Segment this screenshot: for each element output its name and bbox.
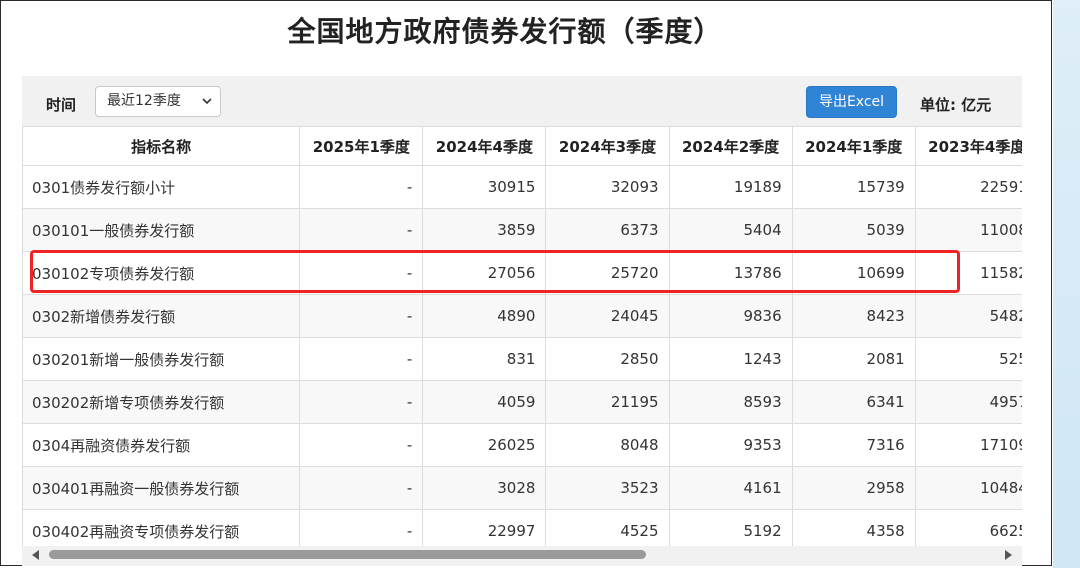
value-cell: 22997: [422, 509, 547, 550]
table-row[interactable]: 030102专项债券发行额-27056257201378610699115821…: [22, 251, 1022, 295]
value-cell: 5404: [668, 208, 793, 252]
value-cell: 1243: [668, 337, 793, 381]
indicator-name-cell: 030201新增一般债券发行额: [22, 337, 301, 381]
value-cell: 525: [914, 337, 1022, 381]
header-period: 2024年2季度: [668, 126, 793, 166]
value-cell: 2958: [791, 466, 916, 510]
value-cell: 22591: [914, 165, 1022, 209]
value-cell: 9836: [668, 294, 793, 338]
scrollbar-thumb[interactable]: [49, 550, 646, 559]
value-cell: 10484: [914, 466, 1022, 510]
page-title: 全国地方政府债券发行额（季度）: [287, 15, 723, 48]
value-cell: 5482: [914, 294, 1022, 338]
value-cell: 21195: [545, 380, 670, 424]
value-cell: 3523: [545, 466, 670, 510]
value-cell: 30915: [422, 165, 547, 209]
time-label: 时间: [46, 96, 77, 114]
value-cell: 8048: [545, 423, 670, 467]
indicator-name-cell: 0301债券发行额小计: [22, 165, 301, 209]
chevron-down-icon: [202, 98, 212, 105]
value-cell: 17109: [914, 423, 1022, 467]
value-cell: 4890: [422, 294, 547, 338]
value-cell: 3859: [422, 208, 547, 252]
value-cell: 4161: [668, 466, 793, 510]
value-cell: 2081: [791, 337, 916, 381]
value-cell: 8423: [791, 294, 916, 338]
value-cell: -: [299, 466, 424, 510]
value-cell: 4059: [422, 380, 547, 424]
indicator-name-cell: 030202新增专项债券发行额: [22, 380, 301, 424]
unit-label: 单位: 亿元: [920, 96, 992, 114]
header-period: 2025年1季度: [299, 126, 424, 166]
value-cell: 7316: [791, 423, 916, 467]
period-select-value: 最近12季度: [107, 93, 181, 109]
header-period: 2024年4季度: [422, 126, 547, 166]
value-cell: 8593: [668, 380, 793, 424]
value-cell: 24045: [545, 294, 670, 338]
indicator-name-cell: 030402再融资专项债券发行额: [22, 509, 301, 550]
value-cell: 10699: [791, 251, 916, 295]
value-cell: -: [299, 337, 424, 381]
toolbar: 时间 最近12季度 导出Excel 单位: 亿元: [22, 76, 1022, 126]
table-row[interactable]: 030401再融资一般债券发行额-30283523416129581048450: [22, 466, 1022, 510]
value-cell: 831: [422, 337, 547, 381]
indicator-name-cell: 0302新增债券发行额: [22, 294, 301, 338]
value-cell: 11582: [914, 251, 1022, 295]
value-cell: -: [299, 208, 424, 252]
value-cell: 2850: [545, 337, 670, 381]
value-cell: -: [299, 251, 424, 295]
data-table-viewport[interactable]: 指标名称 2025年1季度 2024年4季度 2024年3季度 2024年2季度 2024…: [22, 126, 1022, 550]
value-cell: 3028: [422, 466, 547, 510]
value-cell: 4358: [791, 509, 916, 550]
period-select[interactable]: 最近12季度: [95, 86, 221, 117]
table-row[interactable]: 030201新增一般债券发行额-83128501243208152521: [22, 337, 1022, 381]
export-excel-button[interactable]: 导出Excel: [806, 86, 897, 118]
value-cell: -: [299, 509, 424, 550]
value-cell: 26025: [422, 423, 547, 467]
value-cell: 6373: [545, 208, 670, 252]
value-cell: 5192: [668, 509, 793, 550]
table-row[interactable]: 0304再融资债券发行额-2602580489353731617109133: [22, 423, 1022, 467]
arrow-left-icon[interactable]: [32, 550, 39, 560]
indicator-name-cell: 030101一般债券发行额: [22, 208, 301, 252]
value-cell: -: [299, 165, 424, 209]
side-panel: [1053, 0, 1080, 568]
table-row[interactable]: 0301债券发行额小计-3091532093191891573922591271: [22, 165, 1022, 209]
indicator-name-cell: 030102专项债券发行额: [22, 251, 301, 295]
value-cell: 6341: [791, 380, 916, 424]
value-cell: 27056: [422, 251, 547, 295]
value-cell: -: [299, 294, 424, 338]
header-indicator-name: 指标名称: [22, 126, 301, 166]
value-cell: 11008: [914, 208, 1022, 252]
arrow-right-icon[interactable]: [1005, 550, 1012, 560]
value-cell: 6625: [914, 509, 1022, 550]
value-cell: 15739: [791, 165, 916, 209]
value-cell: 5039: [791, 208, 916, 252]
table-body: 0301债券发行额小计-3091532093191891573922591271…: [22, 165, 1022, 550]
table-row[interactable]: 030101一般债券发行额-38596373540450391100871: [22, 208, 1022, 252]
value-cell: 4957: [914, 380, 1022, 424]
value-cell: -: [299, 423, 424, 467]
header-period: 2023年4季度: [914, 126, 1022, 166]
table-row[interactable]: 030202新增专项债券发行额-405921195859363414957115: [22, 380, 1022, 424]
horizontal-scrollbar[interactable]: [22, 546, 1022, 564]
data-panel: 时间 最近12季度 导出Excel 单位: 亿元 指标名称 2025年1季度 202…: [22, 76, 1022, 566]
value-cell: 4525: [545, 509, 670, 550]
value-cell: -: [299, 380, 424, 424]
indicator-name-cell: 0304再融资债券发行额: [22, 423, 301, 467]
header-period: 2024年1季度: [791, 126, 916, 166]
indicator-name-cell: 030401再融资一般债券发行额: [22, 466, 301, 510]
table-row[interactable]: 0302新增债券发行额-489024045983684235482137: [22, 294, 1022, 338]
table-row[interactable]: 030402再融资专项债券发行额-22997452551924358662583: [22, 509, 1022, 550]
value-cell: 19189: [668, 165, 793, 209]
table-header-row: 指标名称 2025年1季度 2024年4季度 2024年3季度 2024年2季度 2024…: [22, 126, 1022, 166]
value-cell: 13786: [668, 251, 793, 295]
value-cell: 25720: [545, 251, 670, 295]
value-cell: 32093: [545, 165, 670, 209]
value-cell: 9353: [668, 423, 793, 467]
header-period: 2024年3季度: [545, 126, 670, 166]
data-table: 指标名称 2025年1季度 2024年4季度 2024年3季度 2024年2季度 2024…: [22, 126, 1022, 550]
